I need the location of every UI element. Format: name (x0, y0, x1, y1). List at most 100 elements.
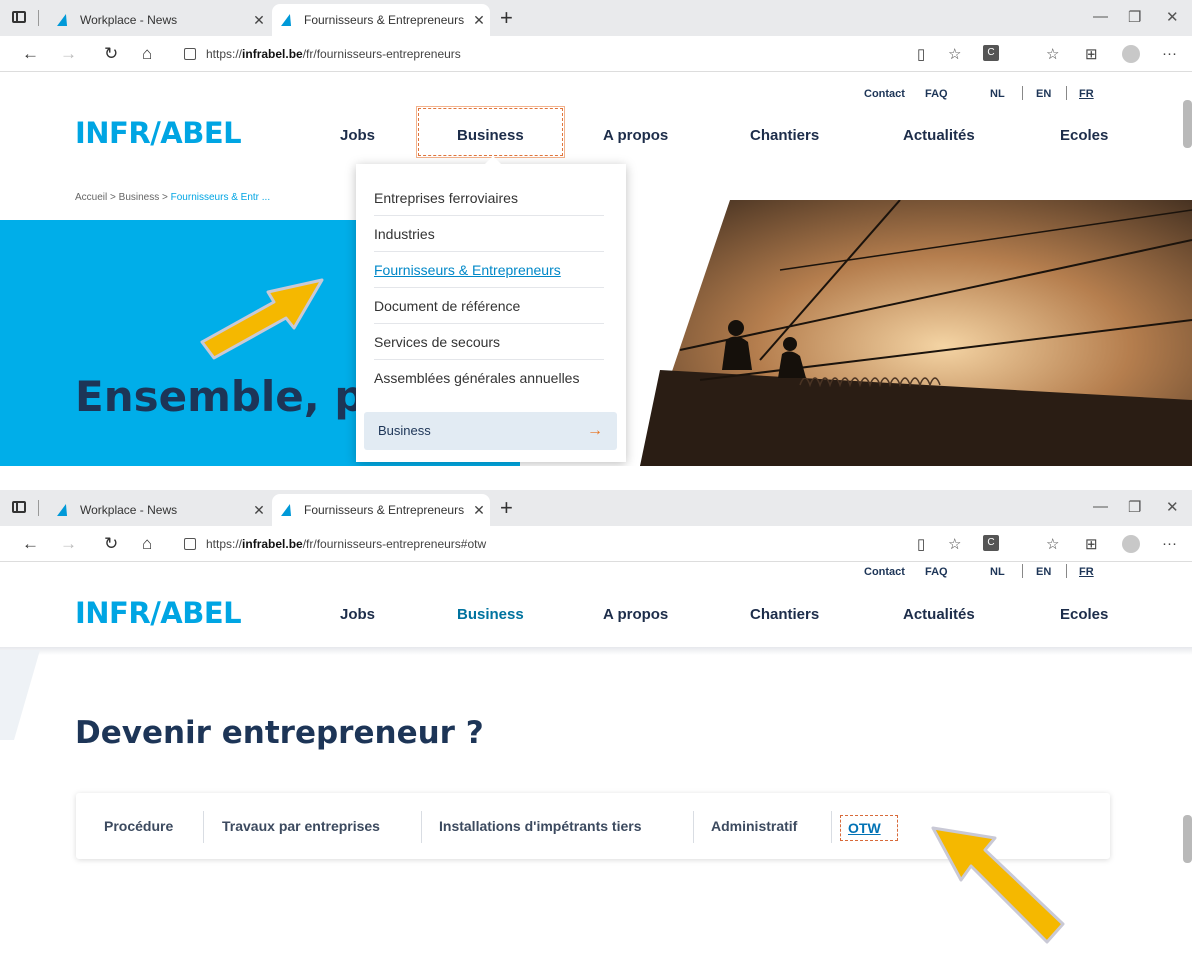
tab-fournisseurs[interactable]: Fournisseurs & Entrepreneurs Inf ✕ (272, 494, 490, 526)
close-tab-icon[interactable]: ✕ (248, 12, 270, 29)
back-arrow-icon[interactable]: ← (22, 534, 39, 554)
more-icon[interactable]: ··· (1162, 535, 1177, 552)
reader-view-icon[interactable]: ▯ (917, 535, 925, 553)
tab-procedure[interactable]: Procédure (104, 818, 173, 834)
util-contact[interactable]: Contact (864, 88, 905, 100)
lang-nl[interactable]: NL (990, 88, 1005, 100)
nav-jobs[interactable]: Jobs (340, 127, 375, 144)
back-arrow-icon[interactable]: ← (22, 44, 39, 64)
reload-icon[interactable]: ↻ (104, 44, 118, 64)
dropdown-caret (484, 156, 502, 165)
infrabel-logo[interactable]: INFR/ABEL (75, 596, 242, 630)
tab-fournisseurs[interactable]: Fournisseurs & Entrepreneurs Inf ✕ (272, 4, 490, 36)
url-field[interactable]: https://infrabel.be/fr/fournisseurs-entr… (178, 41, 1058, 67)
nav-a-propos[interactable]: A propos (603, 606, 668, 623)
dropdown-item[interactable]: Document de référence (374, 288, 604, 324)
lang-fr[interactable]: FR (1079, 88, 1094, 100)
tab-installations[interactable]: Installations d'impétrants tiers (439, 818, 642, 834)
util-faq[interactable]: FAQ (925, 566, 948, 578)
nav-business[interactable]: Business (457, 606, 524, 623)
tab-separator (38, 10, 39, 26)
new-tab-button[interactable]: + (500, 6, 513, 30)
lang-en[interactable]: EN (1036, 566, 1051, 578)
lock-icon (184, 538, 196, 550)
tab-separator (38, 500, 39, 516)
close-tab-icon[interactable]: ✕ (248, 502, 270, 519)
dropdown-item[interactable]: Industries (374, 216, 604, 252)
divider (421, 811, 422, 843)
extension-icon[interactable]: C (983, 535, 999, 551)
tab-workplace-news[interactable]: Workplace - News ✕ (48, 494, 270, 526)
tab-workplace-news[interactable]: Workplace - News ✕ (48, 4, 270, 36)
minimize-icon[interactable]: — (1093, 498, 1108, 515)
forward-arrow-icon[interactable]: → (60, 44, 77, 64)
home-icon[interactable]: ⌂ (142, 44, 152, 64)
profile-icon[interactable] (1122, 535, 1140, 553)
callout-arrow-icon (931, 826, 1065, 944)
breadcrumb-business[interactable]: Business (119, 192, 160, 203)
tab-bar: Workplace - News ✕ Fournisseurs & Entrep… (0, 0, 1192, 36)
tab-title: Fournisseurs & Entrepreneurs Inf (304, 13, 468, 27)
nav-ecoles[interactable]: Ecoles (1060, 606, 1108, 623)
scrollbar-thumb[interactable] (1183, 815, 1192, 863)
profile-icon[interactable] (1122, 45, 1140, 63)
infrabel-logo[interactable]: INFR/ABEL (75, 116, 242, 150)
close-icon[interactable]: ✕ (1166, 8, 1179, 26)
favorite-star-icon[interactable]: ☆ (948, 45, 961, 63)
lang-en[interactable]: EN (1036, 88, 1051, 100)
favorites-list-icon[interactable]: ☆ (1046, 535, 1059, 553)
nav-actualites[interactable]: Actualités (903, 606, 975, 623)
tab-otw[interactable]: OTW (848, 820, 881, 836)
breadcrumb-separator: > (110, 192, 119, 203)
nav-a-propos[interactable]: A propos (603, 127, 668, 144)
dropdown-footer-label: Business (378, 423, 431, 438)
lang-fr[interactable]: FR (1079, 566, 1094, 578)
breadcrumb-separator: > (162, 192, 171, 203)
close-tab-icon[interactable]: ✕ (468, 502, 490, 519)
nav-jobs[interactable]: Jobs (340, 606, 375, 623)
tab-administratif[interactable]: Administratif (711, 818, 797, 834)
new-tab-button[interactable]: + (500, 496, 513, 520)
maximize-icon[interactable]: ❐ (1128, 498, 1141, 516)
breadcrumb-home[interactable]: Accueil (75, 192, 107, 203)
nav-ecoles[interactable]: Ecoles (1060, 127, 1108, 144)
url-field[interactable]: https://infrabel.be/fr/fournisseurs-entr… (178, 531, 1058, 557)
tab-actions-icon[interactable] (12, 501, 26, 513)
nav-actualites[interactable]: Actualités (903, 127, 975, 144)
dropdown-item[interactable]: Entreprises ferroviaires (374, 180, 604, 216)
home-icon[interactable]: ⌂ (142, 534, 152, 554)
favorites-list-icon[interactable]: ☆ (1046, 45, 1059, 63)
collections-icon[interactable]: ⊞ (1085, 535, 1098, 553)
tab-actions-icon[interactable] (12, 11, 26, 23)
collections-icon[interactable]: ⊞ (1085, 45, 1098, 63)
dropdown-item[interactable]: Services de secours (374, 324, 604, 360)
business-dropdown: Entreprises ferroviaires Industries Four… (356, 156, 626, 462)
forward-arrow-icon[interactable]: → (60, 534, 77, 554)
reader-view-icon[interactable]: ▯ (917, 45, 925, 63)
address-bar: ← → ↻ ⌂ https://infrabel.be/fr/fournisse… (0, 526, 1192, 562)
favorite-star-icon[interactable]: ☆ (948, 535, 961, 553)
dropdown-footer-link[interactable]: Business → (364, 412, 617, 450)
address-bar: ← → ↻ ⌂ https://infrabel.be/fr/fournisse… (0, 36, 1192, 72)
dropdown-item-current[interactable]: Fournisseurs & Entrepreneurs (374, 252, 604, 288)
divider (1022, 86, 1023, 100)
dropdown-item[interactable]: Assemblées générales annuelles (374, 360, 604, 396)
close-icon[interactable]: ✕ (1166, 498, 1179, 516)
breadcrumb-current: Fournisseurs & Entr ... (170, 192, 271, 203)
util-contact[interactable]: Contact (864, 566, 905, 578)
extension-icon[interactable]: C (983, 45, 999, 61)
divider (1066, 86, 1067, 100)
maximize-icon[interactable]: ❐ (1128, 8, 1141, 26)
util-faq[interactable]: FAQ (925, 88, 948, 100)
minimize-icon[interactable]: — (1093, 8, 1108, 25)
tab-travaux[interactable]: Travaux par entreprises (222, 818, 380, 834)
nav-chantiers[interactable]: Chantiers (750, 127, 819, 144)
more-icon[interactable]: ··· (1162, 45, 1177, 62)
divider (693, 811, 694, 843)
lang-nl[interactable]: NL (990, 566, 1005, 578)
scrollbar-thumb[interactable] (1183, 100, 1192, 148)
business-highlight-box (416, 106, 565, 158)
reload-icon[interactable]: ↻ (104, 534, 118, 554)
nav-chantiers[interactable]: Chantiers (750, 606, 819, 623)
close-tab-icon[interactable]: ✕ (468, 12, 490, 29)
